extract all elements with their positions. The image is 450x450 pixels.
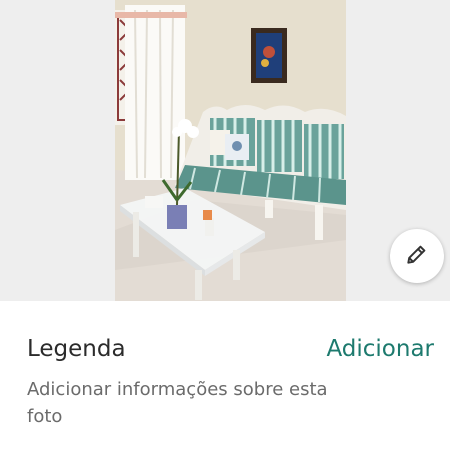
room-photo[interactable] xyxy=(115,0,346,301)
room-photo-image xyxy=(115,0,346,301)
photo-viewer xyxy=(0,0,450,301)
caption-row: Legenda Adicionar xyxy=(27,336,434,362)
caption-label: Legenda xyxy=(27,336,126,362)
pencil-icon xyxy=(404,241,430,271)
photo-detail-screen: Legenda Adicionar Adicionar informações … xyxy=(0,0,450,450)
caption-description: Adicionar informações sobre esta foto xyxy=(27,379,328,427)
add-caption-button[interactable]: Adicionar xyxy=(326,336,434,362)
edit-photo-button[interactable] xyxy=(390,229,444,283)
